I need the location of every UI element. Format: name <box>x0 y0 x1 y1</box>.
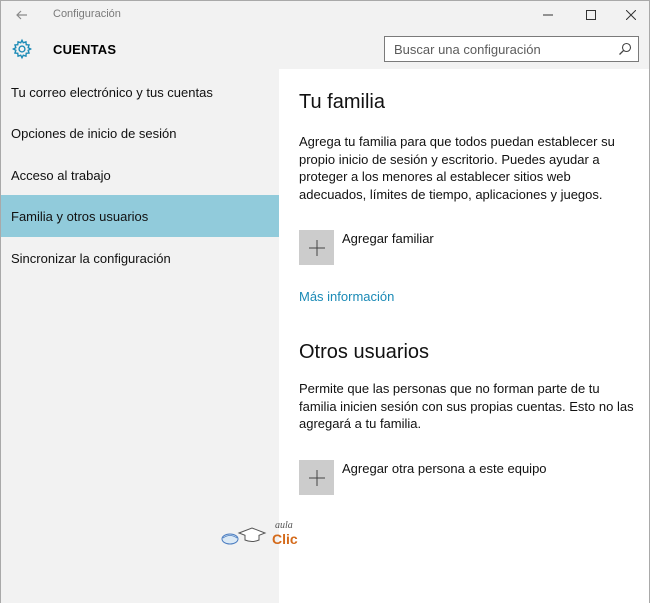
maximize-button[interactable] <box>569 1 613 29</box>
main-content: Tu familia Agrega tu familia para que to… <box>279 69 649 603</box>
other-users-description: Permite que las personas que no forman p… <box>299 381 634 431</box>
plus-icon <box>308 469 325 486</box>
search-icon[interactable] <box>618 42 632 56</box>
arrow-left-icon <box>16 10 27 20</box>
sidebar-item-work-access[interactable]: Acceso al trabajo <box>1 154 279 196</box>
add-family-member-label: Agregar familiar <box>342 231 434 246</box>
aulaclic-logo: aula Clic <box>221 520 298 547</box>
logo-text-bottom: Clic <box>272 531 298 547</box>
add-tile <box>299 230 334 265</box>
window-title: Configuración <box>53 8 121 20</box>
back-button[interactable] <box>1 1 43 29</box>
add-tile <box>299 460 334 495</box>
close-button[interactable] <box>609 1 650 29</box>
family-description: Agrega tu familia para que todos puedan … <box>299 134 615 202</box>
add-family-member-button[interactable]: Agregar familiar <box>299 230 434 265</box>
close-icon <box>626 10 636 20</box>
other-users-heading: Otros usuarios <box>299 341 430 363</box>
maximize-icon <box>586 10 596 20</box>
search-box[interactable] <box>384 36 639 62</box>
sidebar-item-email-accounts[interactable]: Tu correo electrónico y tus cuentas <box>1 71 279 113</box>
plus-icon <box>308 239 325 256</box>
minimize-button[interactable] <box>526 1 570 29</box>
title-bar: Configuración <box>1 1 649 29</box>
sidebar-item-sync-settings[interactable]: Sincronizar la configuración <box>1 237 279 279</box>
add-other-person-button[interactable]: Agregar otra persona a este equipo <box>299 460 547 495</box>
settings-window: Configuración CUENTAS Tu corre <box>0 0 650 603</box>
page-header: CUENTAS <box>1 29 649 69</box>
sidebar-item-family-users[interactable]: Familia y otros usuarios <box>1 195 279 237</box>
section-title: CUENTAS <box>53 42 117 57</box>
logo-text-top: aula <box>275 520 293 531</box>
search-input[interactable] <box>385 37 611 61</box>
add-other-person-label: Agregar otra persona a este equipo <box>342 461 547 476</box>
sidebar-item-signin-options[interactable]: Opciones de inicio de sesión <box>1 112 279 154</box>
minimize-icon <box>543 14 553 16</box>
family-heading: Tu familia <box>299 91 385 113</box>
more-info-link[interactable]: Más información <box>299 289 394 304</box>
gear-icon <box>11 38 33 60</box>
